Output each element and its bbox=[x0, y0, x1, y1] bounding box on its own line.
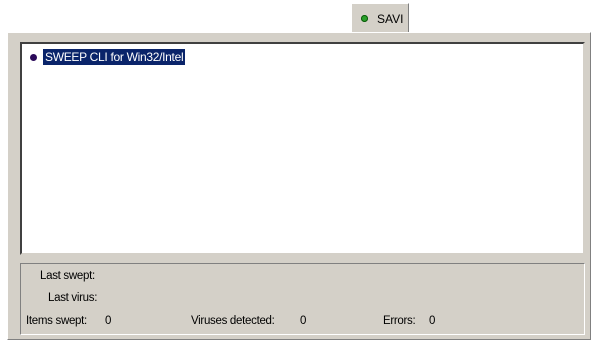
errors-value: 0 bbox=[429, 315, 436, 327]
errors-label: Errors: bbox=[383, 315, 416, 327]
list-item-label: SWEEP CLI for Win32/Intel bbox=[43, 49, 186, 65]
sweep-stats-box: Last swept: Last virus: Items swept: 0 V… bbox=[20, 263, 585, 335]
items-swept-value: 0 bbox=[105, 315, 112, 327]
viruses-detected-label: Viruses detected: bbox=[191, 315, 275, 327]
bullet-icon bbox=[30, 53, 37, 61]
last-swept-label: Last swept: bbox=[40, 270, 95, 282]
tab-label: SAVI bbox=[377, 11, 404, 26]
scanner-list[interactable]: SWEEP CLI for Win32/Intel bbox=[20, 42, 585, 255]
last-virus-label: Last virus: bbox=[48, 292, 98, 304]
list-item[interactable]: SWEEP CLI for Win32/Intel bbox=[30, 49, 186, 65]
main-panel: SWEEP CLI for Win32/Intel Last swept: La… bbox=[7, 32, 591, 340]
items-swept-label: Items swept: bbox=[26, 315, 87, 327]
tab-savi[interactable]: SAVI bbox=[351, 3, 409, 33]
status-dot-icon bbox=[361, 15, 368, 22]
viruses-detected-value: 0 bbox=[300, 315, 307, 327]
